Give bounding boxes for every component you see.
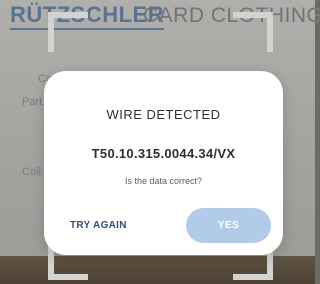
- yes-button[interactable]: YES: [186, 208, 271, 243]
- wire-detected-dialog: WIRE DETECTED T50.10.315.0044.34/VX Is t…: [44, 71, 283, 255]
- confirmation-question: Is the data correct?: [124, 176, 203, 186]
- try-again-button[interactable]: TRY AGAIN: [70, 220, 127, 231]
- dialog-title: WIRE DETECTED: [106, 107, 221, 122]
- wire-code: T50.10.315.0044.34/VX: [91, 146, 236, 161]
